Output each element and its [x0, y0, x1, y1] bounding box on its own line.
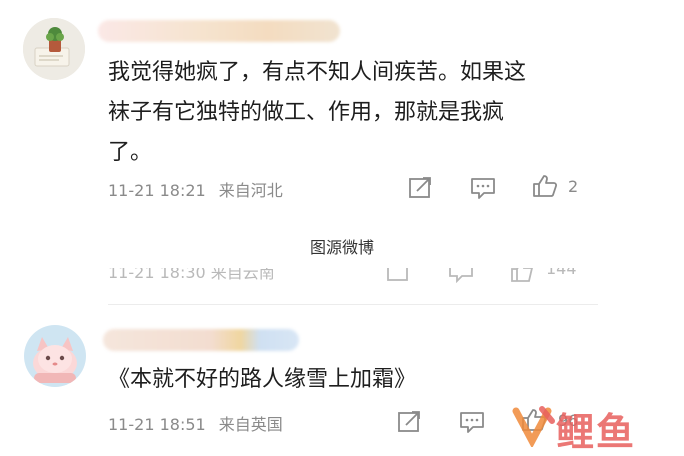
comment-line: 了。	[108, 140, 153, 165]
comment-icon	[460, 412, 484, 433]
like-icon	[533, 175, 558, 197]
watermark-logo: 鲤鱼	[512, 403, 662, 454]
share-button[interactable]	[397, 410, 423, 434]
comment-button[interactable]	[459, 410, 485, 434]
comment-date: 11-21 18:51	[108, 415, 206, 434]
like-button[interactable]	[532, 174, 558, 198]
watermark-text: 鲤鱼	[556, 410, 637, 454]
comment-date: 11-21 18:21	[108, 181, 206, 200]
comment-icon	[471, 178, 495, 199]
image-source-caption: 图源微博	[309, 238, 374, 257]
share-icon	[409, 177, 431, 198]
comment-location: 来自英国	[218, 415, 283, 434]
comment-line: 我觉得她疯了，有点不知人间疾苦。如果这	[108, 60, 527, 85]
comment-content: 我觉得她疯了，有点不知人间疾苦。如果这 袜子有它独特的做工、作用，那就是我疯 了…	[108, 53, 588, 173]
ghost-meta: 11-21 18:30 来自云南	[108, 268, 275, 282]
avatar[interactable]	[24, 325, 86, 387]
ghost-like-icon	[510, 268, 536, 286]
share-button[interactable]	[408, 176, 434, 200]
ghost-like-count: 144	[546, 268, 577, 278]
comment-content: 《本就不好的路人缘雪上加霜》	[108, 367, 417, 392]
comment-line: 袜子有它独特的做工、作用，那就是我疯	[108, 100, 505, 125]
comment-button[interactable]	[470, 176, 496, 200]
username-blurred[interactable]	[98, 20, 340, 42]
comment-meta: 11-21 18:51 来自英国	[108, 411, 291, 435]
username-blurred[interactable]	[103, 329, 299, 351]
hidden-comment-meta: 11-21 18:30 来自云南 144	[108, 268, 598, 286]
ghost-share-icon	[386, 268, 412, 286]
divider	[108, 304, 598, 305]
comment-meta: 11-21 18:21 来自河北	[108, 177, 291, 201]
watermark-mark-icon	[512, 406, 555, 449]
share-icon	[398, 411, 420, 432]
ghost-comment-icon	[448, 268, 474, 286]
avatar[interactable]	[23, 18, 85, 80]
comment-location: 来自河北	[218, 181, 283, 200]
like-count: 2	[568, 177, 579, 196]
